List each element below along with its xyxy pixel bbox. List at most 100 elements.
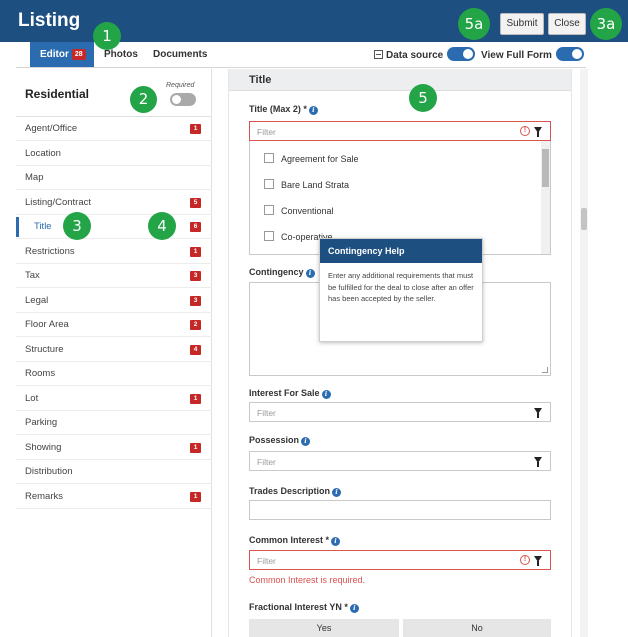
view-full-form-toggle[interactable]: View Full Form bbox=[481, 47, 584, 61]
marker-5a: 5a bbox=[458, 8, 490, 40]
resize-grip-icon[interactable] bbox=[542, 367, 548, 373]
trades-description-input[interactable] bbox=[249, 500, 551, 520]
sidebar-item-title[interactable]: Title 6 bbox=[16, 215, 212, 239]
sidebar-item-label: Listing/Contract bbox=[25, 196, 92, 208]
tab-editor-badge: 28 bbox=[71, 49, 86, 60]
filter-icon[interactable] bbox=[534, 457, 542, 467]
sidebar-header: Residential Required bbox=[16, 69, 212, 117]
sidebar-item-label: Lot bbox=[25, 392, 39, 404]
interest-for-sale-label-text: Interest For Sale bbox=[249, 388, 320, 398]
sidebar-item-listing-contract[interactable]: Listing/Contract 5 bbox=[16, 191, 212, 215]
property-type-title: Residential bbox=[25, 87, 90, 101]
sidebar-item-lot[interactable]: Lot 1 bbox=[16, 387, 212, 411]
sidebar-item-label: Legal bbox=[25, 294, 49, 306]
error-count-badge: 4 bbox=[190, 344, 201, 355]
sidebar-item-label: Floor Area bbox=[25, 319, 69, 330]
required-toggle[interactable] bbox=[170, 93, 196, 106]
possession-placeholder: Filter bbox=[257, 457, 276, 467]
sidebar-item-label: Remarks bbox=[25, 490, 64, 502]
close-button[interactable]: Close bbox=[548, 13, 586, 35]
trades-description-label-text: Trades Description bbox=[249, 486, 331, 496]
sidebar-item-label: Agent/Office bbox=[25, 123, 78, 134]
interest-for-sale-placeholder: Filter bbox=[257, 408, 276, 418]
sidebar-item-agent-office[interactable]: Agent/Office 1 bbox=[16, 117, 212, 141]
sidebar-item-map[interactable]: Map bbox=[16, 166, 212, 190]
sidebar-item-label: Parking bbox=[25, 417, 58, 428]
filter-icon[interactable] bbox=[534, 408, 542, 418]
title-option-agreement-for-sale[interactable]: Agreement for Sale bbox=[264, 153, 359, 164]
contingency-info-icon[interactable]: i bbox=[305, 269, 315, 278]
sidebar-item-structure[interactable]: Structure 4 bbox=[16, 338, 212, 362]
popover-body: Enter any additional requirements that m… bbox=[328, 271, 474, 303]
error-count-badge: 1 bbox=[190, 393, 201, 404]
sidebar-item-restrictions[interactable]: Restrictions 1 bbox=[16, 240, 212, 264]
filter-icon[interactable] bbox=[534, 127, 542, 137]
title-option-conventional[interactable]: Conventional bbox=[264, 205, 334, 216]
possession-label: Possession i bbox=[249, 435, 311, 446]
fractional-interest-no-button[interactable]: No bbox=[403, 619, 551, 637]
contingency-label: Contingency i bbox=[249, 267, 315, 278]
sidebar-item-rooms[interactable]: Rooms bbox=[16, 362, 212, 386]
data-source-label: Data source bbox=[386, 50, 444, 61]
title-filter-input[interactable]: Filter ! bbox=[249, 121, 551, 141]
error-count-badge: 3 bbox=[190, 271, 201, 281]
info-icon[interactable]: i bbox=[331, 537, 341, 546]
tab-documents[interactable]: Documents bbox=[153, 42, 207, 67]
page-scrollbar-thumb[interactable] bbox=[581, 208, 587, 230]
possession-input[interactable]: Filter bbox=[249, 451, 551, 471]
error-count-badge: 1 bbox=[190, 442, 201, 453]
error-count-badge: 6 bbox=[190, 222, 201, 232]
info-icon[interactable]: i bbox=[349, 604, 359, 613]
fractional-interest-label: Fractional Interest YN * i bbox=[249, 602, 359, 613]
sidebar-item-parking[interactable]: Parking bbox=[16, 411, 212, 435]
app-title: Listing bbox=[18, 10, 81, 31]
info-icon[interactable]: i bbox=[301, 437, 311, 446]
data-source-switch[interactable] bbox=[447, 47, 476, 61]
sidebar-item-showing[interactable]: Showing 1 bbox=[16, 436, 212, 460]
options-scrollbar-thumb[interactable] bbox=[542, 149, 549, 187]
error-icon: ! bbox=[520, 555, 530, 565]
title-field-label-text: Title (Max 2) * bbox=[249, 104, 307, 114]
sidebar-item-legal[interactable]: Legal 3 bbox=[16, 289, 212, 313]
tab-editor[interactable]: Editor 28 bbox=[30, 42, 94, 67]
sidebar-item-label: Location bbox=[25, 147, 61, 159]
trades-description-label: Trades Description i bbox=[249, 486, 342, 497]
filter-icon[interactable] bbox=[534, 556, 542, 566]
marker-4: 4 bbox=[148, 212, 176, 240]
info-icon[interactable]: i bbox=[332, 488, 342, 497]
contingency-label-text: Contingency bbox=[249, 267, 304, 277]
listing-editor-window: Listing Submit Close Editor 28 Photos Doc… bbox=[0, 0, 628, 637]
title-field-label: Title (Max 2) * i bbox=[249, 104, 318, 115]
view-full-form-switch[interactable] bbox=[555, 47, 584, 61]
marker-2: 2 bbox=[130, 86, 157, 113]
fractional-interest-yes-button[interactable]: Yes bbox=[249, 619, 399, 637]
options-scrollbar[interactable] bbox=[541, 141, 550, 254]
page-scrollbar[interactable] bbox=[580, 69, 588, 637]
data-source-toggle[interactable]: Data source bbox=[374, 47, 476, 61]
marker-5: 5 bbox=[409, 84, 437, 112]
popover-title: Contingency Help bbox=[320, 239, 482, 263]
fractional-interest-label-text: Fractional Interest YN * bbox=[249, 602, 348, 612]
sidebar-item-label: Showing bbox=[25, 441, 62, 453]
error-count-badge: 5 bbox=[190, 197, 201, 208]
tab-editor-label: Editor bbox=[40, 49, 69, 60]
submit-button[interactable]: Submit bbox=[500, 13, 544, 35]
sidebar-item-floor-area[interactable]: Floor Area 2 bbox=[16, 313, 212, 337]
interest-for-sale-input[interactable]: Filter bbox=[249, 402, 551, 422]
info-icon[interactable]: i bbox=[321, 390, 331, 399]
sidebar-item-distribution[interactable]: Distribution bbox=[16, 460, 212, 484]
required-toggle-label: Required bbox=[166, 82, 195, 89]
error-count-badge: 1 bbox=[190, 491, 201, 502]
sidebar-item-tax[interactable]: Tax 3 bbox=[16, 264, 212, 288]
marker-3a: 3a bbox=[590, 8, 622, 40]
view-full-form-label: View Full Form bbox=[481, 50, 552, 61]
title-option-bare-land-strata[interactable]: Bare Land Strata bbox=[264, 179, 349, 190]
sidebar-item-remarks[interactable]: Remarks 1 bbox=[16, 485, 212, 509]
possession-label-text: Possession bbox=[249, 435, 300, 445]
info-icon[interactable]: i bbox=[308, 106, 318, 115]
marker-1: 1 bbox=[93, 22, 121, 50]
sidebar-item-location[interactable]: Location bbox=[16, 142, 212, 166]
sidebar-item-label: Structure bbox=[25, 343, 64, 355]
common-interest-input[interactable]: Filter ! bbox=[249, 550, 551, 570]
sidebar-item-label: Rooms bbox=[25, 368, 56, 379]
